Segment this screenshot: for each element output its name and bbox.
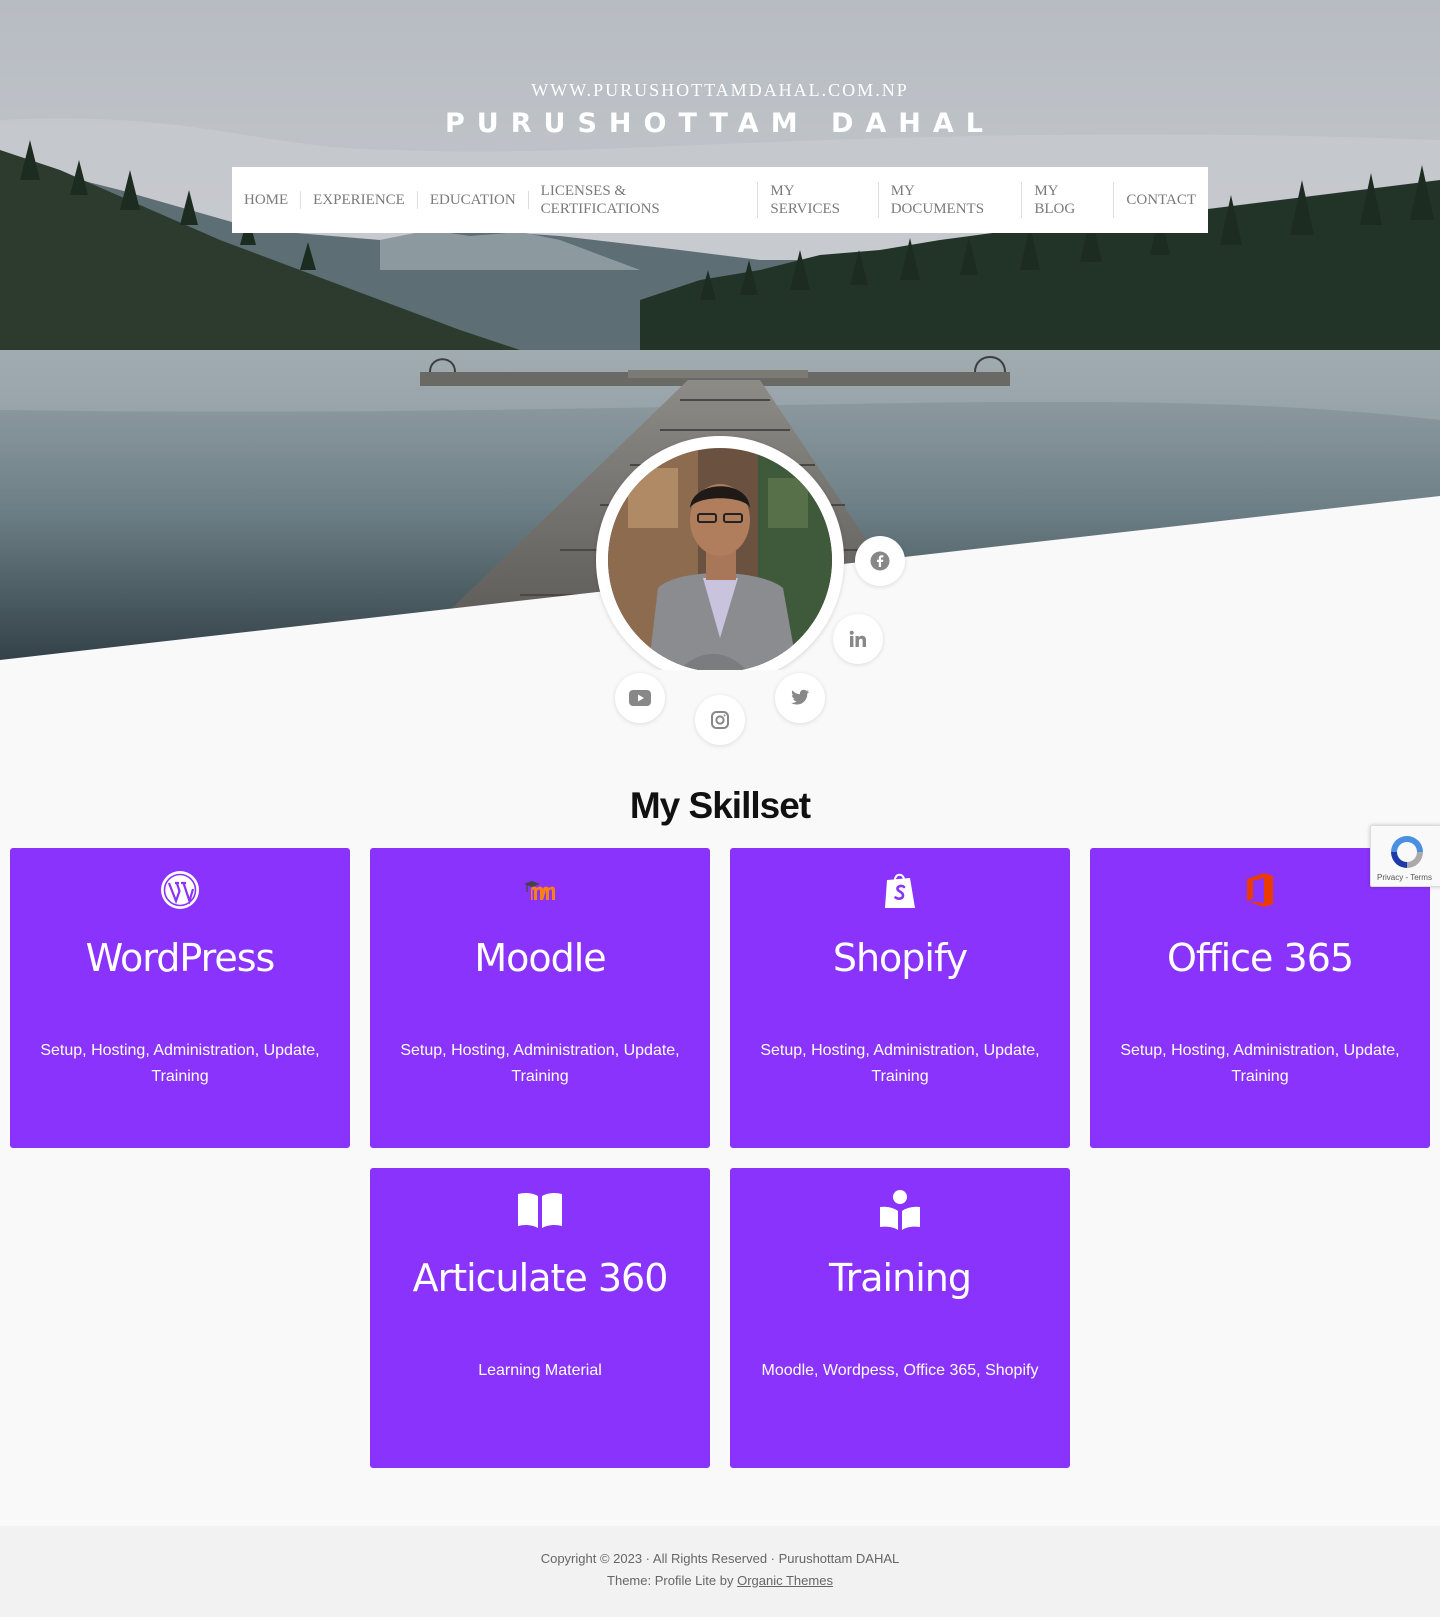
footer-theme-prefix: Theme: Profile Lite by (607, 1573, 738, 1588)
skill-card-moodle: Moodle Setup, Hosting, Administration, U… (370, 848, 710, 1148)
facebook-link[interactable] (855, 536, 905, 586)
nav-item-licenses-certifications[interactable]: LICENSES & CERTIFICATIONS (529, 182, 759, 218)
linkedin-link[interactable] (833, 614, 883, 664)
skill-card-title: Office 365 (1166, 936, 1354, 980)
profile-photo (608, 448, 832, 670)
nav-item-education[interactable]: EDUCATION (418, 191, 529, 209)
skill-card-training: Training Moodle, Wordpess, Office 365, S… (730, 1168, 1070, 1468)
instagram-link[interactable] (695, 695, 745, 745)
hero-banner: WWW.PURUSHOTTAMDAHAL.COM.NP PURUSHOTTAM … (0, 0, 1440, 670)
wordpress-icon (161, 871, 199, 909)
skill-card-wordpress: WordPress Setup, Hosting, Administration… (10, 848, 350, 1148)
skill-card-icon-wrapper (370, 866, 710, 914)
skill-card-description: Setup, Hosting, Administration, Update, … (1120, 1042, 1400, 1085)
linkedin-icon (849, 630, 866, 647)
skill-card-shopify: Shopify Setup, Hosting, Administration, … (730, 848, 1070, 1148)
skill-card-articulate-360: Articulate 360 Learning Material (370, 1168, 710, 1468)
skill-card-description: Learning Material (478, 1362, 602, 1379)
nav-item-home[interactable]: HOME (232, 191, 302, 209)
organic-themes-link[interactable]: Organic Themes (737, 1573, 833, 1588)
shopify-icon (885, 873, 915, 908)
instagram-icon (711, 711, 729, 729)
footer-theme-credit: Theme: Profile Lite by Organic Themes (0, 1573, 1440, 1588)
twitter-link[interactable] (775, 673, 825, 723)
recaptcha-icon (1391, 836, 1423, 868)
moodle-icon (524, 881, 555, 900)
site-url[interactable]: WWW.PURUSHOTTAMDAHAL.COM.NP (0, 80, 1440, 101)
skill-card-title: Articulate 360 (412, 1256, 669, 1300)
youtube-icon (629, 690, 651, 706)
twitter-icon (791, 689, 810, 705)
reader-icon (880, 1190, 920, 1230)
office-365-icon (1247, 873, 1273, 907)
nav-item-my-blog[interactable]: MY BLOG (1022, 182, 1115, 218)
main-navigation: HOME EXPERIENCE EDUCATION LICENSES & CER… (232, 167, 1208, 233)
nav-item-my-services[interactable]: MY SERVICES (758, 182, 879, 218)
skill-card-icon-wrapper (370, 1186, 710, 1234)
open-book-icon (518, 1192, 562, 1228)
footer-copyright: Copyright © 2023 · All Rights Reserved ·… (540, 1551, 900, 1566)
recaptcha-links[interactable]: Privacy - Terms (1377, 873, 1432, 882)
youtube-link[interactable] (615, 673, 665, 723)
nav-item-contact[interactable]: CONTACT (1114, 191, 1208, 209)
skill-card-icon-wrapper (730, 1186, 1070, 1234)
skill-card-office-365: Office 365 Setup, Hosting, Administratio… (1090, 848, 1430, 1148)
skill-card-description: Moodle, Wordpess, Office 365, Shopify (761, 1362, 1039, 1379)
skill-card-icon-wrapper (10, 866, 350, 914)
skill-card-description: Setup, Hosting, Administration, Update, … (40, 1042, 320, 1085)
site-title[interactable]: PURUSHOTTAM DAHAL (0, 108, 1440, 139)
skill-card-title: Training (829, 1256, 972, 1300)
skill-card-title: WordPress (85, 936, 276, 980)
skill-card-title: Moodle (474, 936, 606, 980)
skill-card-title: Shopify (832, 936, 968, 980)
nav-item-experience[interactable]: EXPERIENCE (301, 191, 418, 209)
nav-item-my-documents[interactable]: MY DOCUMENTS (879, 182, 1023, 218)
avatar (608, 448, 832, 670)
facebook-icon (870, 551, 890, 571)
skill-card-description: Setup, Hosting, Administration, Update, … (400, 1042, 680, 1085)
profile-photo-frame (596, 436, 844, 670)
site-footer: Copyright © 2023 · All Rights Reserved ·… (0, 1526, 1440, 1617)
skill-card-icon-wrapper (730, 866, 1070, 914)
skill-card-description: Setup, Hosting, Administration, Update, … (760, 1042, 1040, 1085)
recaptcha-badge[interactable]: Privacy - Terms (1370, 825, 1440, 887)
skillset-heading: My Skillset (629, 785, 811, 826)
